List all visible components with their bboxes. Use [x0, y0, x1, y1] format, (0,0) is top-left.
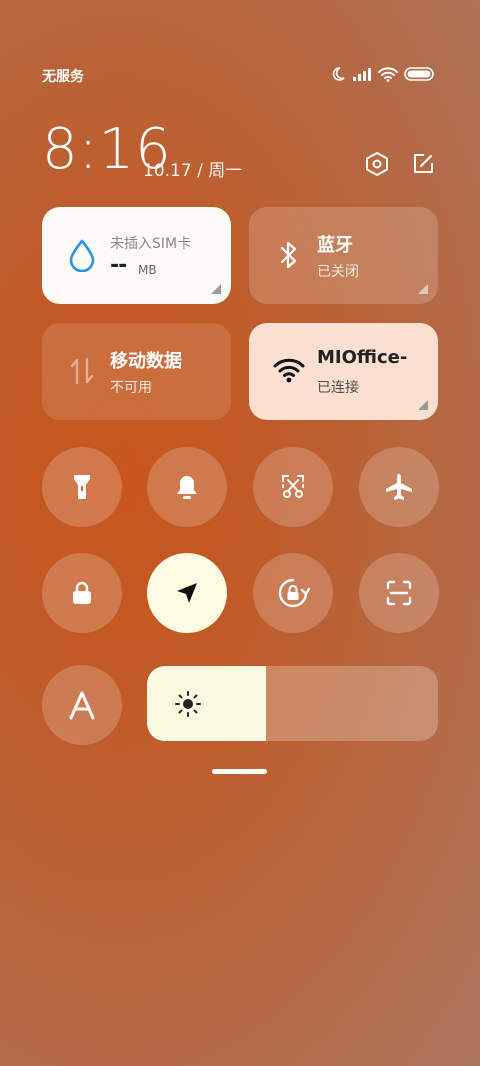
- scan-icon: [386, 580, 412, 606]
- screenshot-toggle[interactable]: [253, 447, 333, 527]
- signal-icon: [353, 68, 371, 81]
- status-icons: [330, 66, 434, 82]
- expand-corner-icon: [418, 400, 428, 410]
- brightness-slider[interactable]: [147, 666, 438, 741]
- data-usage-unit: MB: [138, 263, 157, 277]
- data-transfer-arrows-icon: [64, 353, 100, 389]
- water-drop-icon: [64, 237, 100, 273]
- lock-screen-toggle[interactable]: [42, 553, 122, 633]
- battery-icon: [404, 67, 434, 81]
- expand-corner-icon: [418, 284, 428, 294]
- font-size-toggle[interactable]: [42, 665, 122, 745]
- scissors-icon: [282, 475, 304, 498]
- bluetooth-title: 蓝牙: [317, 235, 353, 256]
- bell-icon: [177, 476, 197, 499]
- wifi-network-name: MIOffice-: [317, 347, 408, 368]
- sim-status-label: 未插入SIM卡: [110, 236, 192, 252]
- rotation-lock-icon: [278, 578, 310, 608]
- wifi-status: 已连接: [317, 380, 359, 396]
- settings-button[interactable]: [362, 149, 392, 179]
- mobile-data-tile[interactable]: 移动数据 不可用: [42, 323, 231, 420]
- data-usage-tile[interactable]: 未插入SIM卡 -- MB: [42, 207, 231, 304]
- edit-button[interactable]: [408, 149, 438, 179]
- date: 10.17 / 周一: [143, 161, 243, 181]
- brightness-slider-fill: [147, 666, 267, 741]
- mute-toggle[interactable]: [147, 447, 227, 527]
- flashlight-toggle[interactable]: [42, 447, 122, 527]
- panel-drag-handle[interactable]: [212, 769, 267, 774]
- airplane-icon: [386, 474, 412, 500]
- rotation-lock-toggle[interactable]: [253, 553, 333, 633]
- wifi-icon: [271, 353, 307, 389]
- bluetooth-status: 已关闭: [317, 264, 359, 280]
- do-not-disturb-moon-icon: [332, 67, 345, 81]
- mobile-data-title: 移动数据: [110, 351, 182, 372]
- carrier-status: 无服务: [42, 69, 84, 85]
- sun-icon: [175, 691, 201, 717]
- wifi-status-icon: [378, 66, 398, 82]
- settings-hexagon-icon: [366, 152, 388, 176]
- scanner-toggle[interactable]: [359, 553, 439, 633]
- airplane-mode-toggle[interactable]: [359, 447, 439, 527]
- wifi-tile[interactable]: MIOffice- 已连接: [249, 323, 438, 420]
- expand-corner-icon: [211, 284, 221, 294]
- bluetooth-tile[interactable]: 蓝牙 已关闭: [249, 207, 438, 304]
- lock-icon: [73, 581, 91, 604]
- navigation-arrow-icon: [177, 583, 197, 603]
- bluetooth-icon: [271, 237, 307, 273]
- letter-a-icon: [69, 691, 95, 720]
- mobile-data-status: 不可用: [110, 380, 152, 396]
- location-toggle[interactable]: [147, 553, 227, 633]
- data-usage-value: --: [110, 253, 127, 278]
- flashlight-icon: [74, 475, 90, 499]
- edit-icon: [414, 154, 433, 173]
